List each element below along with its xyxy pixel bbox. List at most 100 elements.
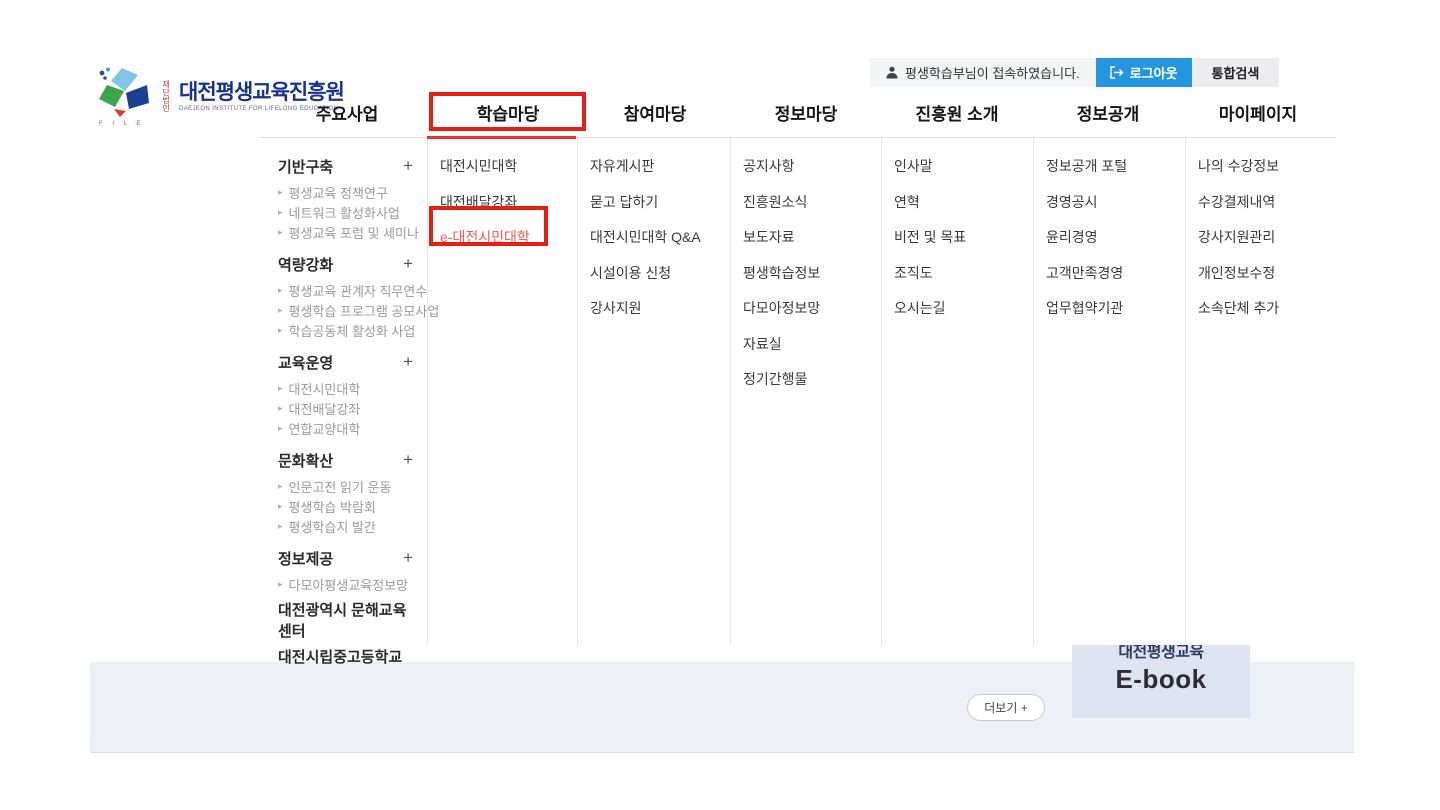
menu-sub-item[interactable]: ▸평생교육 관계자 직무연수 bbox=[278, 280, 417, 300]
nav-item-4[interactable]: 정보마당 bbox=[775, 100, 838, 125]
login-status: 평생학습부님이 접속하였습니다. bbox=[870, 58, 1096, 87]
menu-item[interactable]: 평생학습정보 bbox=[743, 263, 871, 279]
menu-item[interactable]: 고객만족경영 bbox=[1046, 263, 1175, 279]
menu-item[interactable]: 비전 및 목표 bbox=[894, 227, 1023, 243]
nav-item-3[interactable]: 참여마당 bbox=[624, 100, 687, 125]
menu-group: 대전시립중고등학교 bbox=[278, 646, 417, 666]
menu-item[interactable]: 정보공개 포털 bbox=[1046, 156, 1175, 172]
menu-item[interactable]: 자유게시판 bbox=[590, 156, 720, 172]
menu-sub-item[interactable]: ▸대전시민대학 bbox=[278, 378, 417, 398]
person-icon bbox=[886, 66, 898, 79]
nav-item-7[interactable]: 마이페이지 bbox=[1219, 100, 1297, 125]
menu-sub-item[interactable]: ▸평생학습지 발간 bbox=[278, 516, 417, 536]
triangle-bullet-icon: ▸ bbox=[278, 383, 283, 394]
menu-item[interactable]: 다모아정보망 bbox=[743, 298, 871, 314]
menu-column-2: 대전시민대학대전배달강좌 e-대전시민대학 bbox=[427, 138, 577, 645]
nav-item-2[interactable]: 학습마당 bbox=[477, 100, 540, 125]
search-label: 통합검색 bbox=[1212, 63, 1260, 82]
expand-plus-icon[interactable]: + bbox=[403, 254, 413, 274]
menu-item[interactable]: 업무협약기관 bbox=[1046, 298, 1175, 314]
menu-sub-item[interactable]: ▸평생교육 정책연구 bbox=[278, 182, 417, 202]
menu-column-7: 나의 수강정보수강결제내역강사지원관리개인정보수정소속단체 추가 bbox=[1185, 138, 1337, 645]
menu-item[interactable]: 강사지원 bbox=[590, 298, 720, 314]
integrated-search-button[interactable]: 통합검색 bbox=[1192, 58, 1280, 87]
menu-sub-item[interactable]: ▸평생학습 프로그램 공모사업 bbox=[278, 300, 417, 320]
menu-item[interactable]: 개인정보수정 bbox=[1198, 263, 1327, 279]
triangle-bullet-icon: ▸ bbox=[278, 325, 283, 336]
nav-item-5[interactable]: 진흥원 소개 bbox=[916, 100, 999, 125]
menu-group-title[interactable]: 정보제공+ bbox=[278, 548, 417, 568]
triangle-bullet-icon: ▸ bbox=[278, 521, 283, 532]
expand-plus-icon[interactable]: + bbox=[403, 352, 413, 372]
expand-plus-icon[interactable]: + bbox=[403, 548, 413, 568]
menu-item[interactable]: 경영공시 bbox=[1046, 192, 1175, 208]
menu-item[interactable]: 소속단체 추가 bbox=[1198, 298, 1327, 314]
expand-plus-icon[interactable]: + bbox=[403, 450, 413, 470]
logout-label: 로그아웃 bbox=[1130, 63, 1178, 82]
menu-item[interactable]: 강사지원관리 bbox=[1198, 227, 1327, 243]
triangle-bullet-icon: ▸ bbox=[278, 403, 283, 414]
triangle-bullet-icon: ▸ bbox=[278, 501, 283, 512]
nav-item-6[interactable]: 정보공개 bbox=[1077, 100, 1140, 125]
menu-group-title[interactable]: 기반구축+ bbox=[278, 156, 417, 176]
menu-item[interactable]: 대전시민대학 Q&A bbox=[590, 227, 720, 243]
menu-group-title[interactable]: 대전광역시 문해교육센터 bbox=[278, 610, 417, 630]
triangle-bullet-icon: ▸ bbox=[278, 285, 283, 296]
ebook-banner-label: E-book bbox=[1072, 664, 1250, 695]
menu-item[interactable]: 나의 수강정보 bbox=[1198, 156, 1327, 172]
menu-sub-item[interactable]: ▸평생학습 박람회 bbox=[278, 496, 417, 516]
menu-item[interactable]: 조직도 bbox=[894, 263, 1023, 279]
menu-group: 문화확산+ ▸인문고전 읽기 운동▸평생학습 박람회▸평생학습지 발간 bbox=[278, 450, 417, 536]
menu-group-title[interactable]: 문화확산+ bbox=[278, 450, 417, 470]
menu-item[interactable]: 오시는길 bbox=[894, 298, 1023, 314]
more-button[interactable]: 더보기 + bbox=[967, 694, 1045, 721]
triangle-bullet-icon: ▸ bbox=[278, 187, 283, 198]
menu-item[interactable]: 시설이용 신청 bbox=[590, 263, 720, 279]
menu-sub-item[interactable]: ▸네트워크 활성화사업 bbox=[278, 202, 417, 222]
menu-item[interactable]: 진흥원소식 bbox=[743, 192, 871, 208]
triangle-bullet-icon: ▸ bbox=[278, 423, 283, 434]
menu-sub-item[interactable]: ▸대전배달강좌 bbox=[278, 398, 417, 418]
triangle-bullet-icon: ▸ bbox=[278, 481, 283, 492]
menu-column-3: 자유게시판묻고 답하기대전시민대학 Q&A 시설이용 신청강사지원 bbox=[577, 138, 730, 645]
menu-sub-item[interactable]: ▸학습공동체 활성화 사업 bbox=[278, 320, 417, 340]
triangle-bullet-icon: ▸ bbox=[278, 207, 283, 218]
menu-sub-item[interactable]: ▸평생교육 포럼 및 세미나 bbox=[278, 222, 417, 242]
triangle-bullet-icon: ▸ bbox=[278, 579, 283, 590]
menu-column-1: 기반구축+ ▸평생교육 정책연구▸네트워크 활성화사업▸평생교육 포럼 및 세미나… bbox=[258, 138, 427, 645]
nav-item-1[interactable]: 주요사업 bbox=[316, 100, 379, 125]
menu-item[interactable]: 윤리경영 bbox=[1046, 227, 1175, 243]
menu-item[interactable]: 수강결제내역 bbox=[1198, 192, 1327, 208]
logout-icon bbox=[1110, 66, 1124, 79]
triangle-bullet-icon: ▸ bbox=[278, 227, 283, 238]
menu-column-5: 인사말연혁비전 및 목표조직도오시는길 bbox=[881, 138, 1033, 645]
main-nav: 주요사업 학습마당 참여마당 정보마당 진흥원 소개 정보공개 마이페이지 bbox=[0, 96, 1440, 132]
menu-group: 대전광역시 문해교육센터 bbox=[278, 610, 417, 630]
menu-group-title[interactable]: 교육운영+ bbox=[278, 352, 417, 372]
menu-item[interactable]: 정기간행물 bbox=[743, 369, 871, 385]
menu-item[interactable]: 자료실 bbox=[743, 334, 871, 350]
menu-column-6: 정보공개 포털경영공시윤리경영고객만족경영업무협약기관 bbox=[1033, 138, 1185, 645]
top-utility-bar: 평생학습부님이 접속하였습니다. 로그아웃 통합검색 bbox=[870, 58, 1279, 87]
menu-item[interactable]: 대전배달강좌 bbox=[440, 192, 567, 208]
menu-column-4: 공지사항진흥원소식보도자료평생학습정보다모아정보망자료실정기간행물 bbox=[730, 138, 881, 645]
more-button-label: 더보기 + bbox=[984, 699, 1027, 716]
menu-item[interactable]: 보도자료 bbox=[743, 227, 871, 243]
menu-group-title[interactable]: 역량강화+ bbox=[278, 254, 417, 274]
menu-item[interactable]: 공지사항 bbox=[743, 156, 871, 172]
menu-sub-item[interactable]: ▸인문고전 읽기 운동 bbox=[278, 476, 417, 496]
menu-group-title[interactable]: 대전시립중고등학교 bbox=[278, 646, 417, 666]
menu-item[interactable]: 연혁 bbox=[894, 192, 1023, 208]
menu-item[interactable]: e-대전시민대학 bbox=[440, 227, 567, 243]
menu-item[interactable]: 대전시민대학 bbox=[440, 156, 567, 172]
menu-group: 기반구축+ ▸평생교육 정책연구▸네트워크 활성화사업▸평생교육 포럼 및 세미나 bbox=[278, 156, 417, 242]
expand-plus-icon[interactable]: + bbox=[403, 156, 413, 176]
login-status-text: 평생학습부님이 접속하였습니다. bbox=[905, 63, 1080, 82]
menu-sub-item[interactable]: ▸다모아평생교육정보망 bbox=[278, 574, 417, 594]
logout-button[interactable]: 로그아웃 bbox=[1096, 58, 1192, 87]
menu-sub-item[interactable]: ▸연합교양대학 bbox=[278, 418, 417, 438]
menu-group: 교육운영+ ▸대전시민대학▸대전배달강좌▸연합교양대학 bbox=[278, 352, 417, 438]
menu-item[interactable]: 인사말 bbox=[894, 156, 1023, 172]
menu-group: 정보제공+ ▸다모아평생교육정보망 bbox=[278, 548, 417, 594]
menu-item[interactable]: 묻고 답하기 bbox=[590, 192, 720, 208]
